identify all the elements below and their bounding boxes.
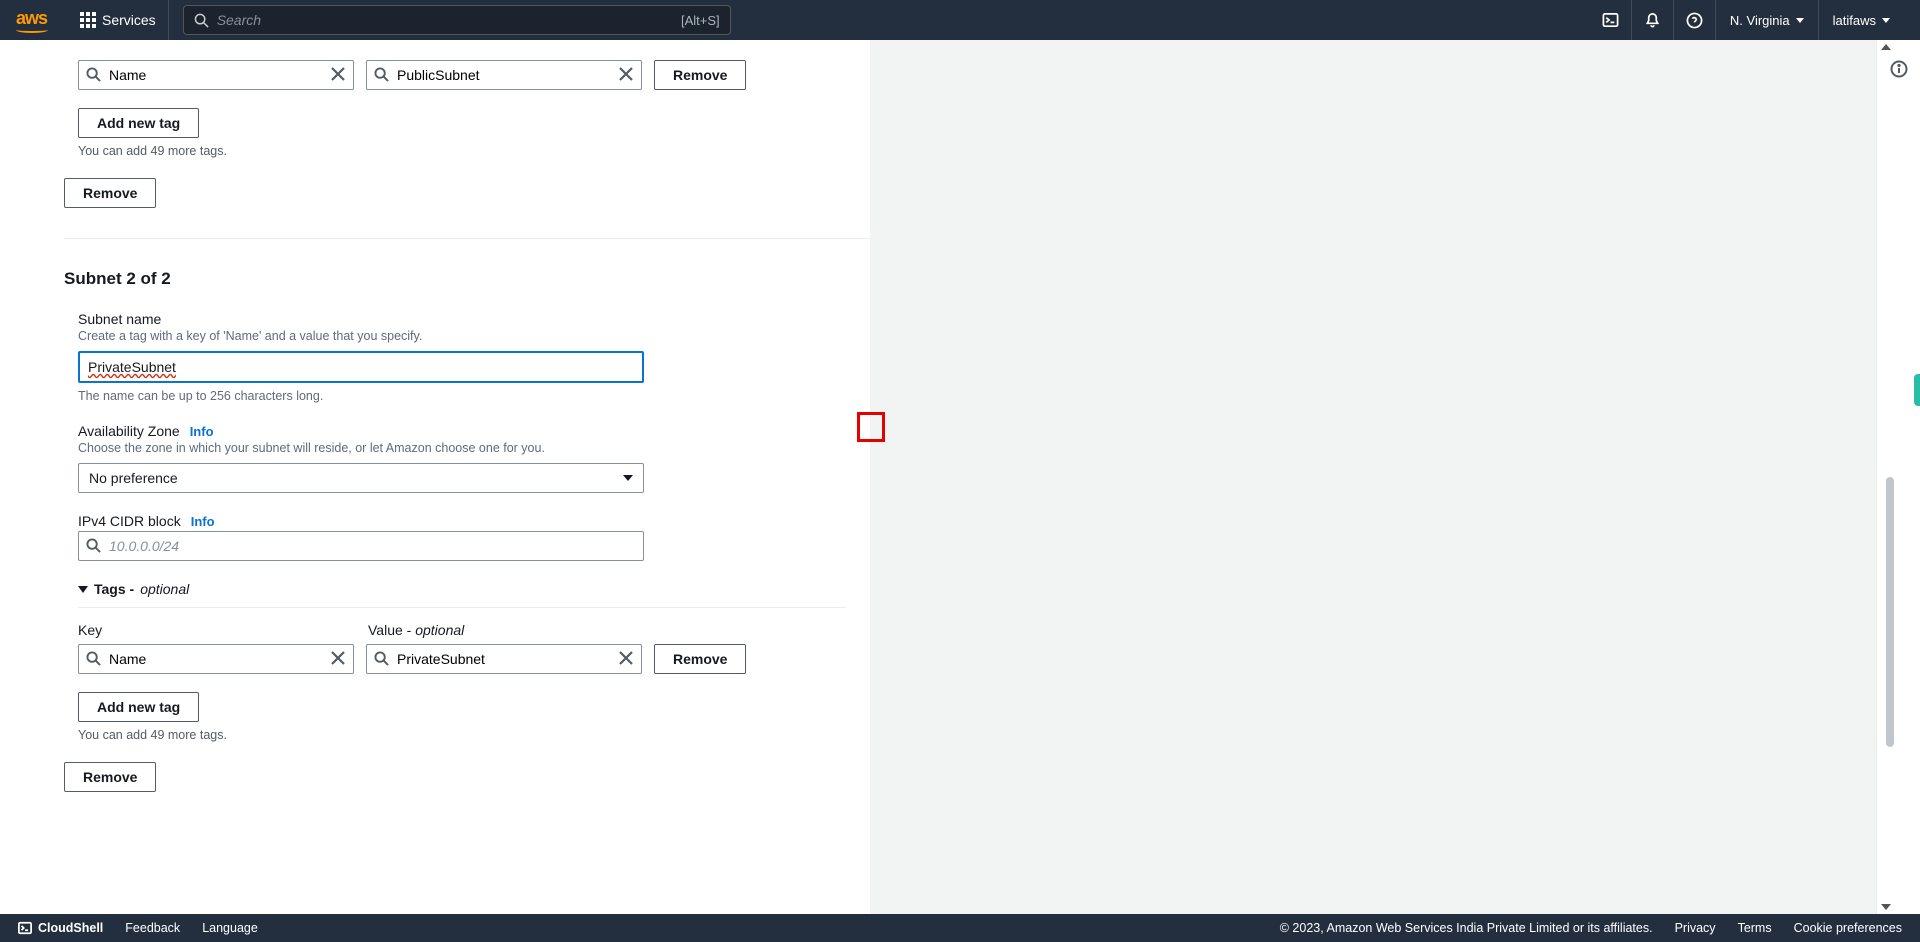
copyright-text: © 2023, Amazon Web Services India Privat… [1280, 921, 1653, 935]
info-icon[interactable] [1890, 60, 1908, 78]
search-icon [374, 651, 389, 666]
search-icon [86, 651, 101, 666]
help-button[interactable] [1673, 0, 1715, 40]
subnet1-tag-key-wrap [78, 60, 354, 90]
side-pane [870, 40, 1876, 914]
az-select-value: No preference [89, 470, 178, 486]
subnet-name-label: Subnet name [78, 311, 846, 327]
subnet-name-desc: Create a tag with a key of 'Name' and a … [78, 329, 846, 343]
subnet2-tag-limit-hint: You can add 49 more tags. [78, 728, 846, 742]
subnet1-add-tag-button[interactable]: Add new tag [78, 108, 199, 138]
tags-toggle-label: Tags - [94, 581, 134, 597]
subnet1-tag-key-input[interactable] [78, 60, 354, 90]
subnet-name-post: The name can be up to 256 characters lon… [78, 389, 846, 403]
tag-value-optional: optional [415, 622, 464, 638]
aws-logo[interactable]: aws [16, 8, 48, 33]
section-divider [64, 238, 870, 239]
feedback-link[interactable]: Feedback [125, 921, 180, 935]
subnet1-remove-tag-button[interactable]: Remove [654, 60, 746, 90]
notifications-button[interactable] [1631, 0, 1673, 40]
language-link[interactable]: Language [202, 921, 258, 935]
services-label: Services [102, 12, 156, 28]
az-desc: Choose the zone in which your subnet wil… [78, 441, 846, 455]
subnet2-tag-key-wrap [78, 644, 354, 674]
services-menu-button[interactable]: Services [68, 0, 169, 40]
help-icon [1686, 12, 1703, 29]
tags-toggle-optional: optional [140, 581, 189, 597]
az-label: Availability Zone [78, 423, 180, 439]
clear-icon[interactable] [330, 66, 346, 82]
terminal-icon [1602, 12, 1619, 29]
clear-icon[interactable] [330, 650, 346, 666]
terms-link[interactable]: Terms [1738, 921, 1772, 935]
subnet2-cidr-input[interactable] [78, 531, 644, 561]
triangle-down-icon [78, 586, 88, 593]
search-icon [86, 538, 101, 553]
clear-icon[interactable] [618, 650, 634, 666]
chevron-down-icon [1796, 18, 1804, 23]
subnet2-remove-tag-button[interactable]: Remove [654, 644, 746, 674]
search-icon [86, 67, 101, 82]
aws-logo-text: aws [16, 8, 47, 28]
subnet2-tag-value-wrap [366, 644, 642, 674]
subnet2-az-select[interactable]: No preference [78, 463, 644, 493]
subnet2-tag-value-input[interactable] [366, 644, 642, 674]
form-pane: KeyValue - optional Remove Add new tag Y… [0, 40, 870, 914]
feedback-side-tab[interactable] [1914, 374, 1920, 406]
subnet2-heading: Subnet 2 of 2 [64, 269, 846, 289]
global-search[interactable]: [Alt+S] [183, 5, 731, 35]
subnet1-tag-row: Remove [78, 60, 846, 90]
subnet1-tag-value-input[interactable] [366, 60, 642, 90]
subnet2-name-field: Subnet name Create a tag with a key of '… [78, 311, 846, 403]
global-header: aws Services [Alt+S] N. Virginia latifaw… [0, 0, 1920, 40]
scroll-down-arrow-icon[interactable] [1881, 904, 1891, 910]
user-label: latifaws [1833, 13, 1876, 28]
annotation-red-box [857, 412, 885, 442]
cidr-info-link[interactable]: Info [191, 514, 215, 529]
subnet2-cidr-field: IPv4 CIDR block Info [78, 513, 846, 561]
header-right: N. Virginia latifaws [1590, 0, 1904, 40]
cookies-link[interactable]: Cookie preferences [1794, 921, 1902, 935]
region-label: N. Virginia [1730, 13, 1790, 28]
terminal-icon [18, 921, 32, 935]
search-shortcut: [Alt+S] [681, 13, 720, 28]
subnet1-remove-subnet-button[interactable]: Remove [64, 178, 156, 208]
subnet2-tag-row: Remove [78, 644, 846, 674]
search-icon [374, 67, 389, 82]
search-input[interactable] [217, 12, 681, 28]
scrollbar-thumb[interactable] [1886, 477, 1894, 747]
clear-icon[interactable] [618, 66, 634, 82]
global-footer: CloudShell Feedback Language © 2023, Ama… [0, 914, 1920, 942]
cloudshell-header-button[interactable] [1590, 0, 1631, 40]
subnet2-name-input[interactable]: PrivateSubnet [88, 359, 176, 375]
subnet2-tags-toggle[interactable]: Tags - optional [78, 581, 846, 597]
subnet2-tag-key-input[interactable] [78, 644, 354, 674]
cloudshell-button[interactable]: CloudShell [18, 921, 103, 935]
grid-icon [80, 12, 96, 28]
subnet2-remove-subnet-button[interactable]: Remove [64, 762, 156, 792]
subnet1-tag-value-wrap [366, 60, 642, 90]
privacy-link[interactable]: Privacy [1675, 921, 1716, 935]
chevron-down-icon [1882, 18, 1890, 23]
subnet2-name-input-wrap: PrivateSubnet [78, 351, 644, 383]
right-gutter [1876, 40, 1920, 914]
account-menu[interactable]: latifaws [1818, 0, 1904, 40]
subnet1-tag-limit-hint: You can add 49 more tags. [78, 144, 846, 158]
region-selector[interactable]: N. Virginia [1715, 0, 1818, 40]
chevron-down-icon [623, 475, 633, 481]
subnet2-cidr-wrap [78, 531, 644, 561]
bell-icon [1644, 12, 1661, 29]
cloudshell-label: CloudShell [38, 921, 103, 935]
scroll-up-arrow-icon[interactable] [1881, 44, 1891, 50]
az-info-link[interactable]: Info [190, 424, 214, 439]
cidr-label: IPv4 CIDR block [78, 513, 181, 529]
subnet2-tags-panel: Key Value - optional [78, 607, 846, 742]
main-shell: KeyValue - optional Remove Add new tag Y… [0, 40, 1920, 914]
subnet2-add-tag-button[interactable]: Add new tag [78, 692, 199, 722]
subnet2-az-field: Availability Zone Info Choose the zone i… [78, 423, 846, 493]
tag-value-column-label: Value - [368, 622, 411, 638]
search-icon [194, 13, 209, 28]
tag-key-column-label: Key [78, 622, 368, 638]
